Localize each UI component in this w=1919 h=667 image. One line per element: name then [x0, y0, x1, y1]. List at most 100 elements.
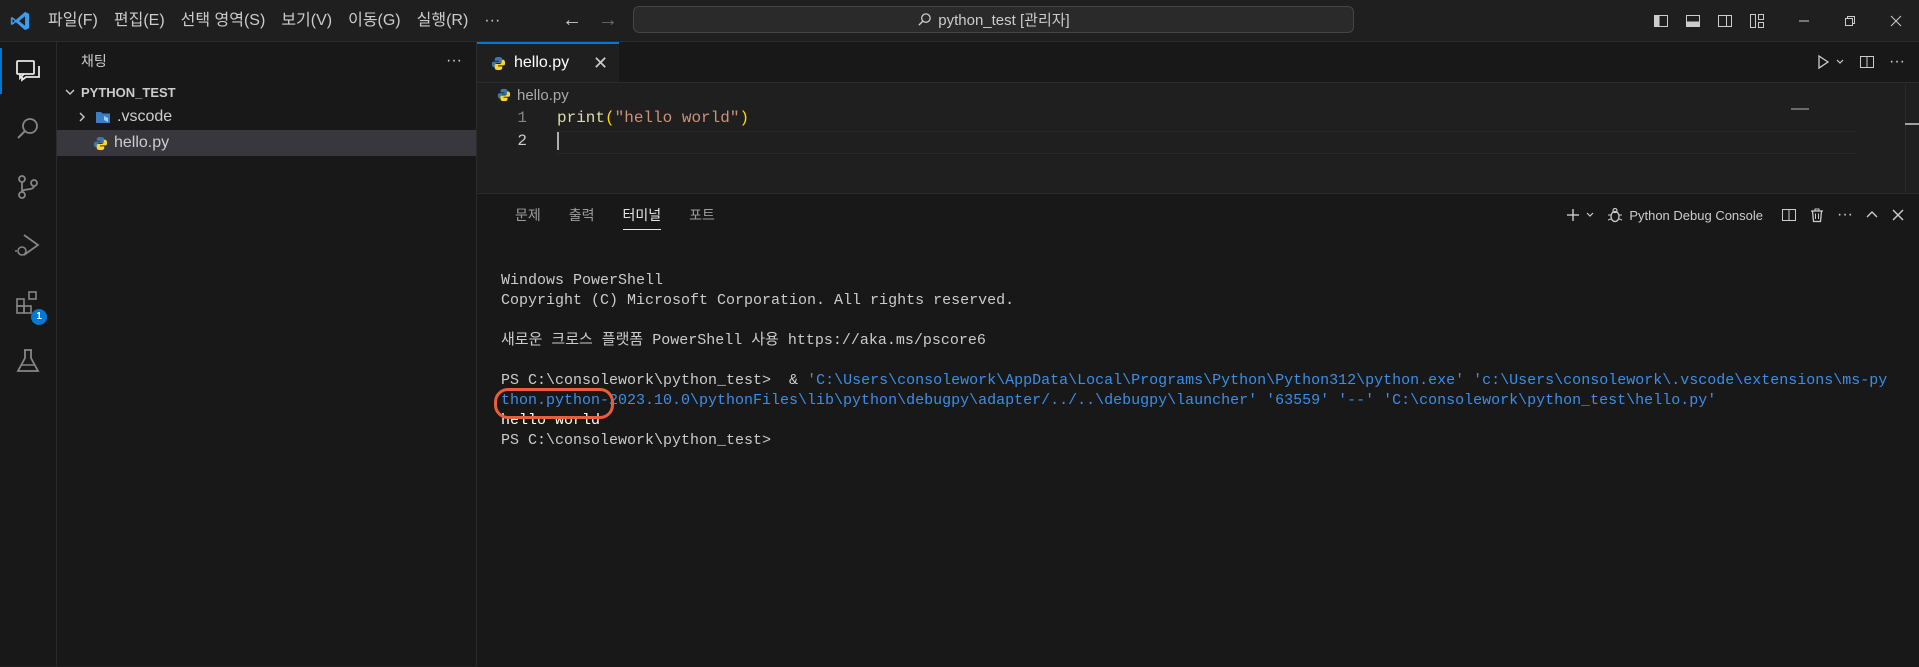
toggle-primary-sidebar-icon[interactable]	[1645, 0, 1677, 41]
terminal-line: 새로운 크로스 플랫폼 PowerShell 사용 https://aka.ms…	[501, 332, 986, 349]
terminal-command-continuation: thon.python-2023.10.0\pythonFiles\lib\py…	[501, 392, 1717, 409]
tree-item-label: hello.py	[114, 134, 170, 151]
window-controls	[1645, 0, 1919, 41]
terminal-command-line: PS C:\consolework\python_test> & 'C:\Use…	[501, 371, 1887, 391]
terminal-prompt: PS C:\consolework\python_test>	[501, 432, 772, 449]
terminal-line: Windows PowerShell	[501, 272, 664, 289]
debug-bug-icon	[1607, 207, 1623, 223]
close-tab-icon[interactable]: ✕	[593, 53, 608, 74]
sidebar: 채팅 ··· PYTHON_TEST .vscode hello.py	[57, 42, 477, 666]
bottom-panel: 문제 출력 터미널 포트 Python Debug Console ··· Wi…	[477, 193, 1919, 667]
restore-icon[interactable]	[1827, 0, 1873, 41]
minimap[interactable]	[1791, 108, 1809, 110]
python-file-icon	[491, 56, 506, 71]
scrollbar-cursor-marker	[1905, 123, 1919, 125]
back-arrow-icon[interactable]: ←	[560, 9, 584, 32]
chevron-down-icon	[63, 85, 77, 99]
new-terminal-plus-icon[interactable]	[1565, 207, 1581, 223]
editor-actions: ···	[1815, 42, 1905, 82]
code-line: 1 print("hello world")	[477, 106, 1919, 129]
terminal-instance-label[interactable]: Python Debug Console	[1629, 208, 1763, 223]
search-icon	[917, 12, 932, 27]
tab-hello-py[interactable]: hello.py ✕	[477, 42, 619, 82]
split-editor-icon[interactable]	[1859, 54, 1875, 70]
menu-go[interactable]: 이동(G)	[340, 0, 409, 41]
extensions-badge: 1	[31, 309, 47, 325]
tab-problems[interactable]: 문제	[501, 194, 555, 236]
close-window-icon[interactable]	[1873, 0, 1919, 41]
menu-edit[interactable]: 편집(E)	[106, 0, 173, 41]
menu-view[interactable]: 보기(V)	[273, 0, 340, 41]
tab-output[interactable]: 출력	[555, 194, 609, 236]
terminal-program-output: hello world	[501, 412, 601, 429]
testing-flask-icon[interactable]	[0, 332, 56, 390]
toggle-panel-icon[interactable]	[1677, 0, 1709, 41]
close-panel-icon[interactable]	[1891, 208, 1905, 222]
customize-layout-icon[interactable]	[1741, 0, 1773, 41]
editor-scrollbar[interactable]	[1905, 84, 1919, 192]
menu-selection[interactable]: 선택 영역(S)	[173, 0, 274, 41]
tab-label: hello.py	[514, 54, 570, 71]
terminal-prompt: PS C:\consolework\python_test> &	[501, 372, 808, 389]
code-function: print	[557, 108, 606, 127]
code-paren: (	[605, 108, 615, 127]
current-line-highlight	[557, 131, 1857, 154]
chat-icon[interactable]	[0, 42, 56, 100]
menu-run[interactable]: 실행(R)	[409, 0, 477, 41]
terminal-output[interactable]: Windows PowerShell Copyright (C) Microsof…	[501, 251, 1887, 451]
annotation-highlight-circle	[494, 388, 614, 419]
panel-more-icon[interactable]: ···	[1837, 206, 1853, 224]
breadcrumb-file[interactable]: hello.py	[517, 87, 569, 104]
sidebar-more-icon[interactable]: ···	[446, 52, 462, 70]
navigation-arrows: ← →	[560, 0, 620, 41]
code-paren: )	[739, 108, 750, 127]
source-control-icon[interactable]	[0, 158, 56, 216]
sidebar-title: 채팅	[81, 53, 107, 69]
vscode-folder-icon	[95, 110, 111, 124]
maximize-panel-chevron-up-icon[interactable]	[1865, 208, 1879, 222]
line-number: 2	[517, 131, 527, 150]
menu-more[interactable]: ···	[476, 0, 508, 41]
kill-terminal-trash-icon[interactable]	[1809, 207, 1825, 223]
sidebar-header: 채팅 ···	[57, 42, 476, 80]
vscode-logo-icon	[0, 0, 40, 41]
editor-more-icon[interactable]: ···	[1889, 53, 1905, 71]
python-file-icon	[497, 88, 511, 102]
extensions-icon[interactable]: 1	[0, 274, 56, 332]
activity-bar: 1	[0, 42, 57, 666]
tree-item-label: .vscode	[117, 108, 173, 125]
code-editor[interactable]: 1 print("hello world") 2	[477, 106, 1919, 192]
panel-tab-bar: 문제 출력 터미널 포트	[501, 194, 729, 236]
terminal-line: Copyright (C) Microsoft Corporation. All…	[501, 292, 1015, 309]
terminal-dropdown-chevron-icon[interactable]	[1585, 210, 1595, 220]
panel-actions: Python Debug Console ···	[1565, 194, 1905, 236]
line-number: 1	[517, 108, 527, 127]
search-icon[interactable]	[0, 100, 56, 158]
split-terminal-icon[interactable]	[1781, 207, 1797, 223]
terminal-command: 'C:\Users\consolework\AppData\Local\Prog…	[807, 372, 1888, 389]
code-string: "hello world"	[614, 108, 740, 127]
editor-tab-bar: hello.py ✕ ···	[477, 42, 1919, 83]
minimize-icon[interactable]	[1781, 0, 1827, 41]
title-bar: 파일(F) 편집(E) 선택 영역(S) 보기(V) 이동(G) 실행(R) ·…	[0, 0, 1919, 42]
run-dropdown-chevron-icon[interactable]	[1835, 57, 1845, 67]
toggle-secondary-sidebar-icon[interactable]	[1709, 0, 1741, 41]
command-center-label: python_test [관리자]	[938, 12, 1070, 29]
explorer-section-header[interactable]: PYTHON_TEST	[57, 80, 476, 104]
tree-item-hello-py[interactable]: hello.py	[57, 130, 476, 156]
tab-ports[interactable]: 포트	[675, 194, 729, 236]
run-debug-icon[interactable]	[0, 216, 56, 274]
menu-file[interactable]: 파일(F)	[40, 0, 106, 41]
tab-terminal[interactable]: 터미널	[609, 194, 676, 236]
tree-item-vscode-folder[interactable]: .vscode	[57, 104, 476, 130]
python-file-icon	[93, 136, 108, 151]
breadcrumb: hello.py	[477, 84, 569, 106]
menu-bar: 파일(F) 편집(E) 선택 영역(S) 보기(V) 이동(G) 실행(R) ·…	[40, 0, 508, 41]
run-python-file-icon[interactable]	[1815, 54, 1831, 70]
command-center-search[interactable]: python_test [관리자]	[633, 6, 1354, 33]
chevron-right-icon	[75, 110, 89, 124]
workspace-name: PYTHON_TEST	[81, 84, 176, 100]
forward-arrow-icon[interactable]: →	[596, 9, 620, 32]
